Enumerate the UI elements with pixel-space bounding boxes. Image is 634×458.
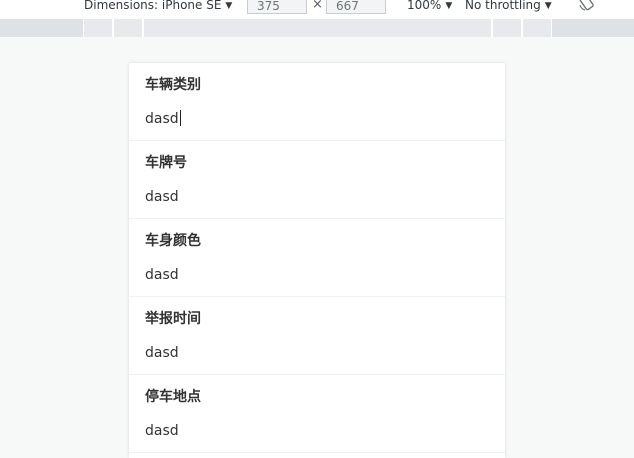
device-viewport: 车辆类别 dasd 车牌号 dasd 车身颜色 dasd 举报时间 dasd 停… [129, 63, 505, 458]
form-field-parking-location: 停车地点 dasd [129, 375, 505, 453]
ruler-segment[interactable] [83, 19, 113, 37]
ruler-segment[interactable] [492, 19, 522, 37]
device-toolbar: Dimensions: iPhone SE ▼ 375 × 667 100% ▼ N… [0, 0, 634, 20]
form-field-body-color: 车身颜色 dasd [129, 219, 505, 297]
dimensions-times-sign: × [312, 0, 323, 12]
form-field-plate-number: 车牌号 dasd [129, 141, 505, 219]
field-input[interactable]: dasd [145, 344, 179, 362]
media-query-ruler [0, 19, 634, 37]
form-field-vehicle-type: 车辆类别 dasd [129, 63, 505, 141]
field-input[interactable]: dasd [145, 188, 179, 206]
rotate-device-icon[interactable] [578, 0, 596, 12]
device-width-input[interactable]: 375 [247, 0, 307, 14]
caret-down-icon: ▼ [445, 1, 453, 11]
device-dimensions-dropdown[interactable]: Dimensions: iPhone SE ▼ [84, 0, 232, 15]
ruler-segment[interactable] [522, 19, 552, 37]
field-input-value: dasd [145, 111, 179, 127]
caret-down-icon: ▼ [225, 1, 233, 11]
throttling-label: No throttling [465, 0, 541, 12]
caret-down-icon: ▼ [544, 1, 552, 11]
field-input[interactable]: dasd [145, 110, 181, 128]
zoom-label: 100% [407, 0, 442, 12]
throttling-dropdown[interactable]: No throttling ▼ [465, 0, 552, 15]
device-dimensions-label: Dimensions: iPhone SE [84, 0, 222, 12]
field-label: 停车地点 [145, 389, 201, 405]
field-label: 车辆类别 [145, 77, 201, 93]
device-height-input[interactable]: 667 [326, 0, 386, 14]
field-label: 举报时间 [145, 311, 201, 327]
ruler-segment[interactable] [143, 19, 492, 37]
field-input[interactable]: dasd [145, 266, 179, 284]
form-field-report-time: 举报时间 dasd [129, 297, 505, 375]
text-cursor [179, 110, 181, 126]
field-input[interactable]: dasd [145, 422, 179, 440]
ruler-segment[interactable] [113, 19, 143, 37]
zoom-dropdown[interactable]: 100% ▼ [407, 0, 452, 15]
field-label: 车牌号 [145, 155, 187, 171]
field-label: 车身颜色 [145, 233, 201, 249]
